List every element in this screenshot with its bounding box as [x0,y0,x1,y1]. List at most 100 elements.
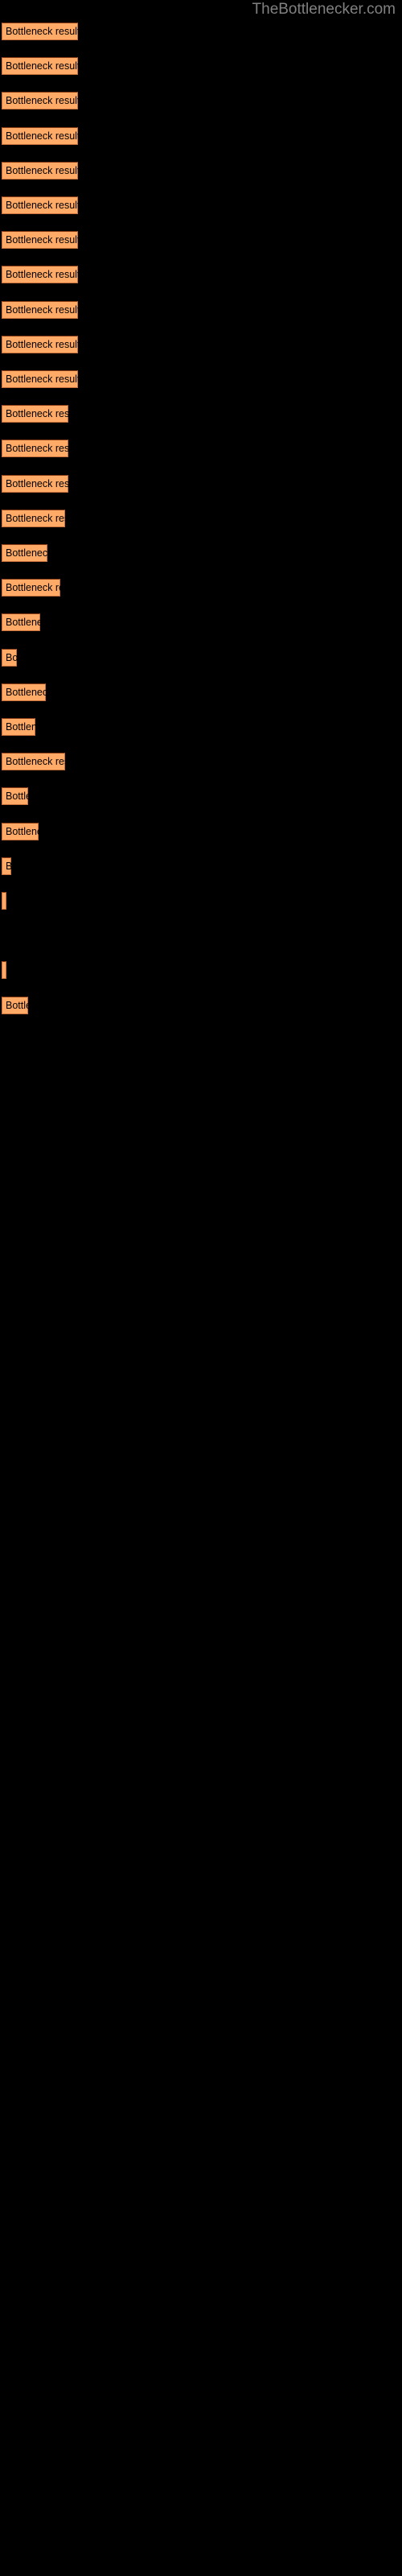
bar-row: Bottleneck result [0,440,402,458]
bar-clip: Bottleneck result [2,23,78,40]
bar-label: Bottleneck result [6,686,46,698]
bar-clip: Bottleneck result [2,509,65,527]
bar-row: Bottleneck result [0,683,402,701]
bar-clip: Bottleneck result [2,161,78,180]
bar-label: Bottleneck result [6,512,65,524]
bar-row: Bottleneck result [0,231,402,250]
bar-row: Bottleneck result [0,544,402,562]
bar-row: Bottleneck result [0,300,402,319]
bar-label: Bottleneck result [6,825,39,837]
bar-clip: Bottleneck result [2,300,78,319]
bar-row: Bottleneck result [0,474,402,493]
bar-segment[interactable]: Bottleneck result [2,718,35,736]
bar-row: Bottleneck result [0,266,402,284]
bar-segment[interactable]: Bottleneck result [2,822,39,840]
bar-row: Bottleneck result [0,857,402,875]
bar-clip: Bottleneck result [2,544,47,562]
bottleneck-bar-chart: TheBottlenecker.com Bottleneck result Bot… [0,0,402,2576]
bar-row: Bottleneck result [0,92,402,110]
bar-label: Bottleneck result [6,999,28,1011]
bar-segment[interactable]: Bottleneck result [2,440,68,458]
bar-clip: Bottleneck result [2,196,78,214]
bar-segment[interactable]: Bottleneck result [2,57,78,76]
bar-segment[interactable]: Bottleneck result [2,753,65,771]
bar-segment[interactable]: Bottleneck result [2,857,11,875]
bar-label: Bottleneck result [6,651,17,663]
bar-clip: Bottleneck result [2,266,78,284]
bar-clip: Bottleneck result [2,961,6,980]
bar-clip: Bottleneck result [2,718,35,736]
bar-segment[interactable]: Bottleneck result [2,996,28,1014]
bar-segment[interactable]: Bottleneck result [2,474,68,493]
bar-row: Bottleneck result [0,370,402,388]
bar-label: Bottleneck result [6,303,78,316]
bar-clip: Bottleneck result [2,579,60,597]
bar-segment[interactable]: Bottleneck result [2,509,65,527]
bar-segment[interactable]: Bottleneck result [2,683,46,701]
bar-clip: Bottleneck result [2,613,40,632]
bar-segment[interactable]: Bottleneck result [2,370,78,388]
bar-label: Bottleneck result [6,408,68,420]
bar-label: Bottleneck result [6,234,78,246]
bar-segment[interactable]: Bottleneck result [2,196,78,214]
bar-row: Bottleneck result [0,335,402,353]
bar-label: Bottleneck result [6,547,47,559]
bar-segment[interactable]: Bottleneck result [2,544,47,562]
bar-clip: Bottleneck result [2,335,78,353]
bar-row: Bottleneck result [0,892,402,910]
bar-segment[interactable]: Bottleneck result [2,787,28,806]
bar-row: Bottleneck result [0,57,402,76]
bar-segment[interactable]: Bottleneck result [2,300,78,319]
bar-row: Bottleneck result [0,996,402,1014]
bar-row: Bottleneck result [0,822,402,840]
bar-clip: Bottleneck result [2,787,28,806]
bar-clip: Bottleneck result [2,92,78,110]
bar-label: Bottleneck result [6,130,78,142]
bar-label: Bottleneck result [6,269,78,281]
bar-row: Bottleneck result [0,405,402,423]
bar-row: Bottleneck result [0,718,402,736]
bar-segment[interactable]: Bottleneck result [2,266,78,284]
bar-segment[interactable]: Bottleneck result [2,961,6,980]
bar-segment[interactable]: Bottleneck result [2,126,78,145]
bar-label: Bottleneck result [6,95,78,107]
bar-row: Bottleneck result [0,161,402,180]
bar-segment[interactable]: Bottleneck result [2,613,40,632]
bar-clip: Bottleneck result [2,440,68,458]
bar-row: Bottleneck result [0,126,402,145]
bar-row: Bottleneck result [0,753,402,771]
bar-clip: Bottleneck result [2,892,6,910]
bar-segment[interactable]: Bottleneck result [2,892,6,910]
bar-label: Bottleneck result [6,200,78,211]
bar-label: Bottleneck result [6,721,35,733]
bar-clip: Bottleneck result [2,857,11,875]
bar-row: Bottleneck result [0,23,402,40]
bar-label: Bottleneck result [6,617,40,629]
bar-label: Bottleneck result [6,477,68,489]
bar-clip: Bottleneck result [2,474,68,493]
bar-label: Bottleneck result [6,26,78,37]
bar-segment[interactable]: Bottleneck result [2,405,68,423]
bar-label: Bottleneck result [6,860,11,872]
bar-segment[interactable]: Bottleneck result [2,579,60,597]
bar-segment[interactable]: Bottleneck result [2,23,78,40]
bar-label: Bottleneck result [6,374,78,385]
bar-row: Bottleneck result [0,961,402,980]
bar-segment[interactable]: Bottleneck result [2,648,17,667]
bar-segment[interactable]: Bottleneck result [2,335,78,353]
bar-row: Bottleneck result [0,787,402,806]
bar-clip: Bottleneck result [2,753,65,771]
bar-clip: Bottleneck result [2,231,78,250]
bar-row: Bottleneck result [0,509,402,527]
bar-clip: Bottleneck result [2,648,17,667]
bar-segment[interactable]: Bottleneck result [2,92,78,110]
bar-clip: Bottleneck result [2,822,39,840]
bar-clip: Bottleneck result [2,996,28,1014]
bar-clip: Bottleneck result [2,683,46,701]
bar-segment[interactable]: Bottleneck result [2,231,78,250]
bar-list: Bottleneck result Bottleneck result Bottle… [0,0,402,2576]
bar-segment[interactable]: Bottleneck result [2,161,78,180]
bar-label: Bottleneck result [6,791,28,803]
bar-clip: Bottleneck result [2,57,78,76]
bar-label: Bottleneck result [6,443,68,455]
